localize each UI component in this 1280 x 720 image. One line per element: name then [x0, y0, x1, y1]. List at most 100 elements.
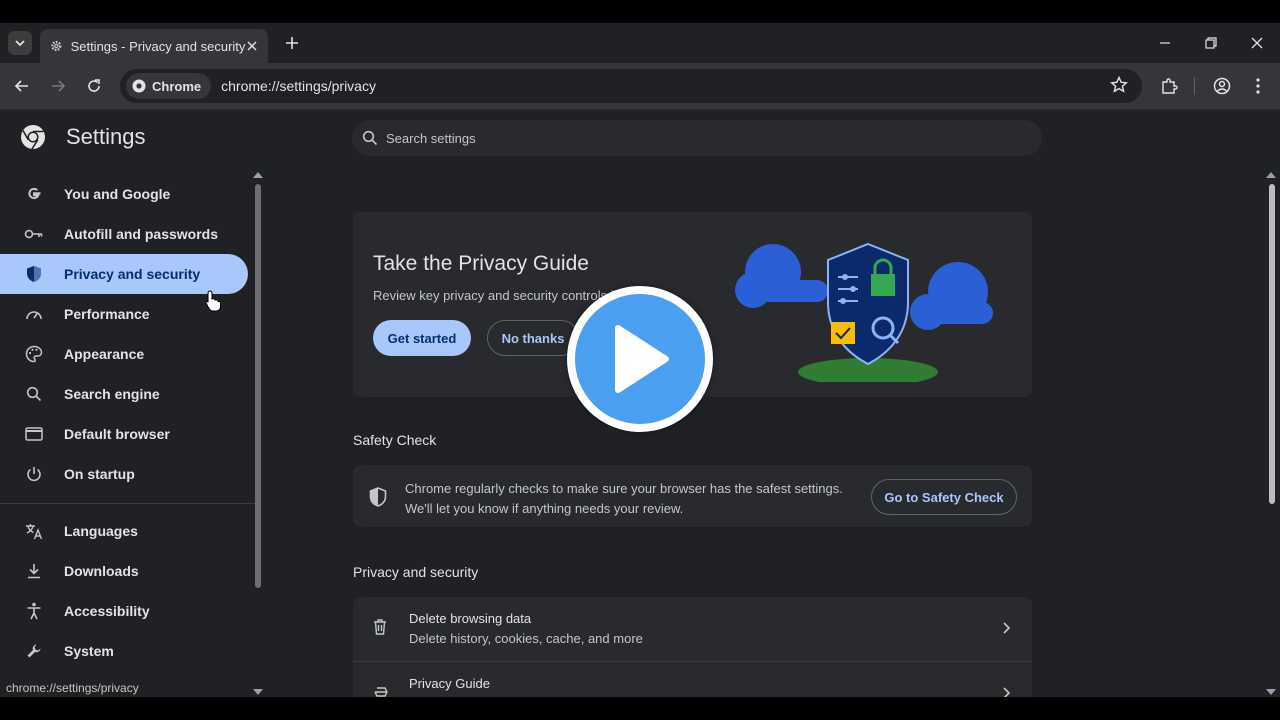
get-started-button[interactable]: Get started — [373, 320, 471, 356]
sidebar-item-languages[interactable]: Languages — [0, 511, 255, 551]
profile-avatar-icon — [1213, 77, 1231, 95]
arrow-right-icon — [52, 80, 66, 92]
sidebar-item-system[interactable]: System — [0, 631, 255, 671]
delete-browsing-data-subtitle: Delete history, cookies, cache, and more — [409, 631, 643, 646]
scroll-up-arrow-icon[interactable] — [253, 172, 263, 178]
scroll-down-arrow-icon[interactable] — [253, 689, 263, 695]
browser-toolbar: Chrome chrome://settings/privacy — [0, 63, 1280, 110]
browser-window-icon — [24, 424, 44, 444]
site-chip-label: Chrome — [152, 78, 202, 94]
forward-button[interactable] — [47, 75, 69, 97]
chrome-logo-icon — [132, 79, 146, 93]
bookmark-star-icon[interactable] — [1110, 75, 1128, 99]
sidebar-item-appearance[interactable]: Appearance — [0, 334, 255, 374]
sidebar-scrollbar[interactable] — [253, 170, 263, 697]
video-letterbox-bottom — [0, 697, 1280, 720]
restore-icon — [1205, 37, 1217, 49]
minimize-button[interactable] — [1155, 33, 1175, 53]
video-play-button[interactable] — [567, 286, 713, 432]
sidebar-divider — [0, 503, 255, 504]
tab-search-button[interactable] — [8, 31, 32, 55]
reload-icon — [88, 79, 100, 92]
privacy-guide-row[interactable]: Privacy Guide — [353, 662, 1032, 697]
search-icon — [24, 384, 44, 404]
wrench-icon — [24, 641, 44, 661]
status-bar-url: chrome://settings/privacy — [0, 678, 145, 697]
profile-button[interactable] — [1211, 75, 1233, 97]
restore-button[interactable] — [1201, 33, 1221, 53]
search-settings-input[interactable]: Search settings — [352, 120, 1042, 156]
shield-icon — [369, 487, 387, 512]
compass-icon — [373, 684, 389, 697]
safety-check-card: Chrome regularly checks to make sure you… — [353, 465, 1032, 527]
sidebar-item-privacy-and-security[interactable]: Privacy and security — [0, 254, 248, 294]
video-letterbox-top — [0, 0, 1280, 23]
speedometer-icon — [24, 304, 44, 324]
arrow-left-icon — [14, 80, 28, 92]
scroll-up-arrow-icon[interactable] — [1266, 172, 1276, 178]
close-window-button[interactable] — [1247, 33, 1267, 53]
toolbar-divider — [1194, 77, 1195, 95]
chevron-right-icon — [1002, 621, 1011, 639]
sidebar-item-default-browser[interactable]: Default browser — [0, 414, 255, 454]
tab-settings[interactable]: Settings - Privacy and security — [40, 29, 268, 63]
close-tab-icon[interactable] — [245, 38, 258, 54]
shield-icon — [24, 264, 44, 284]
sidebar-item-downloads[interactable]: Downloads — [0, 551, 255, 591]
google-g-icon — [24, 184, 44, 204]
scroll-down-arrow-icon[interactable] — [1266, 689, 1276, 695]
sidebar-item-search-engine[interactable]: Search engine — [0, 374, 255, 414]
close-icon — [1251, 37, 1263, 49]
trash-icon — [373, 619, 387, 640]
safety-check-description: Chrome regularly checks to make sure you… — [405, 479, 843, 519]
chevron-right-icon — [1002, 686, 1011, 697]
more-vertical-icon — [1256, 78, 1260, 94]
privacy-guide-title: Take the Privacy Guide — [373, 252, 589, 275]
privacy-and-security-heading: Privacy and security — [353, 564, 479, 580]
go-to-safety-check-button[interactable]: Go to Safety Check — [871, 479, 1017, 515]
address-bar[interactable]: Chrome chrome://settings/privacy — [120, 69, 1142, 103]
search-icon — [362, 130, 378, 146]
tab-title: Settings - Privacy and security — [70, 38, 246, 54]
delete-browsing-data-title: Delete browsing data — [409, 611, 532, 626]
download-icon — [24, 561, 44, 581]
reload-button[interactable] — [83, 75, 105, 97]
privacy-guide-description: Review key privacy and security controls… — [373, 288, 618, 303]
main-scroll-thumb[interactable] — [1269, 184, 1275, 504]
sidebar-item-on-startup[interactable]: On startup — [0, 454, 255, 494]
hand-cursor-icon — [205, 290, 221, 312]
delete-browsing-data-row[interactable]: Delete browsing data Delete history, coo… — [353, 597, 1032, 662]
translate-icon — [24, 521, 44, 541]
accessibility-icon — [24, 601, 44, 621]
safety-check-heading: Safety Check — [353, 432, 437, 448]
power-icon — [24, 464, 44, 484]
extensions-button[interactable] — [1158, 75, 1180, 97]
chrome-logo-icon — [21, 125, 45, 150]
puzzle-icon — [1162, 78, 1178, 94]
url-text[interactable]: chrome://settings/privacy — [221, 78, 376, 94]
site-chip[interactable]: Chrome — [126, 73, 212, 99]
minimize-icon — [1160, 42, 1170, 44]
menu-button[interactable] — [1247, 75, 1269, 97]
main-scrollbar[interactable] — [1266, 170, 1278, 697]
no-thanks-button[interactable]: No thanks — [487, 320, 579, 356]
gear-icon — [51, 40, 62, 52]
privacy-guide-row-title: Privacy Guide — [409, 676, 490, 691]
page-title: Settings — [66, 124, 146, 149]
privacy-guide-illustration — [735, 242, 993, 382]
palette-icon — [24, 344, 44, 364]
play-icon — [615, 325, 669, 393]
sidebar-item-accessibility[interactable]: Accessibility — [0, 591, 255, 631]
settings-sidebar: You and Google Autofill and passwords Pr… — [0, 174, 255, 671]
privacy-and-security-card: Delete browsing data Delete history, coo… — [353, 597, 1032, 697]
new-tab-button[interactable] — [282, 33, 302, 53]
sidebar-item-you-and-google[interactable]: You and Google — [0, 174, 255, 214]
search-placeholder: Search settings — [386, 130, 476, 146]
sidebar-item-autofill[interactable]: Autofill and passwords — [0, 214, 255, 254]
sidebar-scroll-thumb[interactable] — [255, 184, 261, 588]
safety-check-line-1: Chrome regularly checks to make sure you… — [405, 481, 843, 496]
settings-header: Settings — [20, 124, 146, 150]
plus-icon — [286, 37, 298, 49]
safety-check-line-2: We'll let you know if anything needs you… — [405, 501, 684, 516]
back-button[interactable] — [11, 75, 33, 97]
